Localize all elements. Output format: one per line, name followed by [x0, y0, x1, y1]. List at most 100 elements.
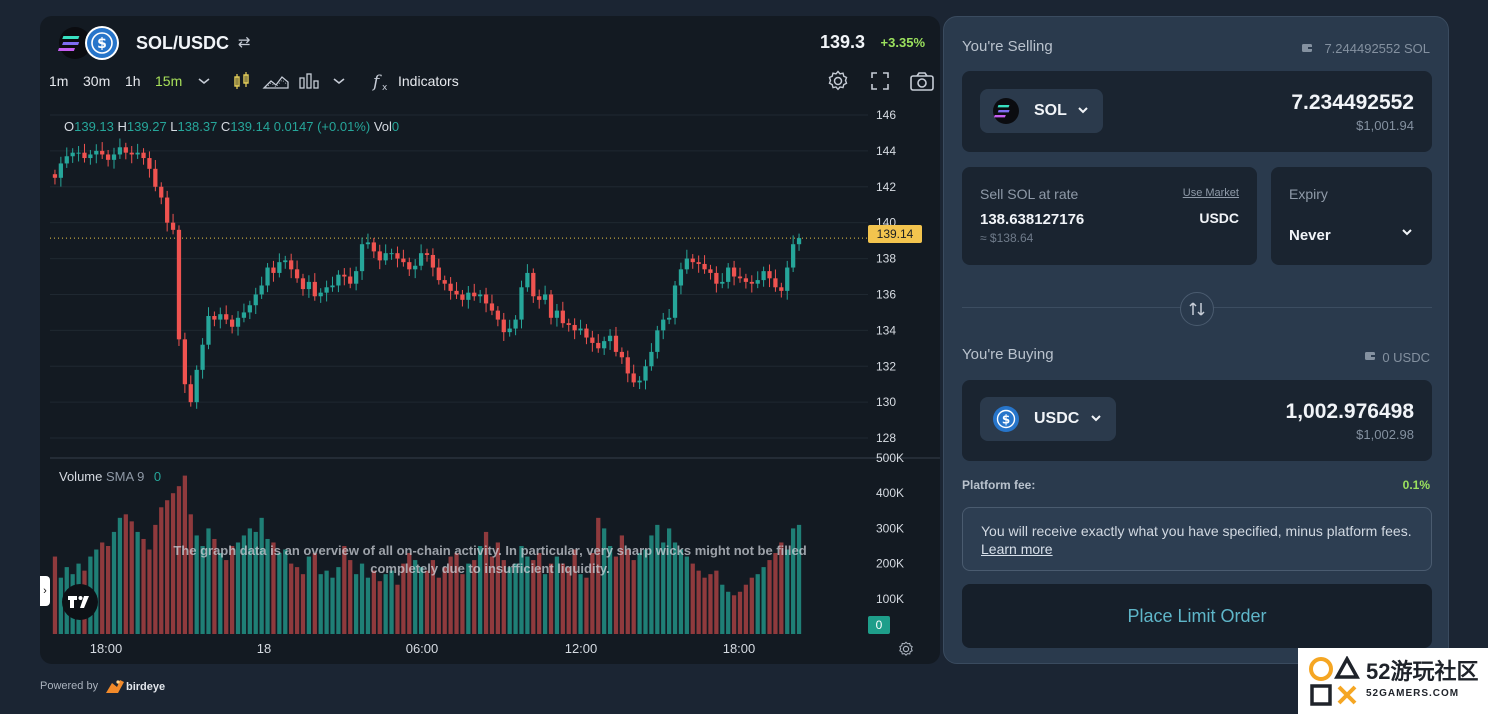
chart-grid [50, 114, 940, 459]
candle-body [696, 262, 701, 264]
bar-style-icon[interactable] [297, 69, 321, 93]
tradingview-logo-icon[interactable] [62, 584, 98, 620]
timeframe-15m[interactable]: 15m [155, 73, 182, 89]
candle-body [767, 271, 772, 279]
candle-body [495, 310, 500, 320]
candle-body [82, 152, 87, 159]
watermark-site: 52GAMERS.COM [1366, 688, 1460, 699]
chevron-down-icon [1402, 229, 1412, 236]
candle-style-icon[interactable] [230, 69, 254, 93]
sell-token-selector[interactable]: SOL [980, 89, 1103, 133]
use-market-link[interactable]: Use Market [1183, 187, 1239, 199]
candle-body [64, 156, 69, 164]
chevron-down-icon[interactable] [327, 69, 351, 93]
candle-body [383, 253, 388, 261]
volume-bar [708, 574, 713, 634]
wallet-icon [1365, 352, 1375, 360]
indicators-button[interactable]: Indicators [398, 73, 459, 89]
rate-approx: ≈ $138.64 [980, 231, 1034, 245]
candle-body [336, 274, 341, 286]
time-tick-label: 12:00 [565, 641, 598, 656]
candle-body [354, 271, 359, 284]
buy-token-selector[interactable]: $ USDC [980, 397, 1116, 441]
svg-text:f: f [371, 72, 382, 92]
candle-body [253, 294, 258, 306]
candle-body [667, 317, 672, 320]
time-tick-label: 18 [257, 641, 271, 656]
buy-amount-box[interactable]: $ USDC 1,002.976498 $1,002.98 [962, 380, 1432, 461]
sell-amount-box[interactable]: SOL 7.234492552 $1,001.94 [962, 71, 1432, 152]
chevron-down-icon[interactable] [192, 69, 216, 93]
timeframe-30m[interactable]: 30m [83, 73, 110, 89]
area-style-icon[interactable] [262, 69, 290, 93]
volume-bar [371, 570, 376, 634]
volume-axis: 500K 400K 300K 200K 100K [876, 451, 904, 606]
fee-info-text: You will receive exactly what you have s… [981, 523, 1412, 539]
volume-bar [578, 574, 583, 634]
ohlc-high: 139.27 [126, 119, 167, 134]
rate-box[interactable]: Sell SOL at rate Use Market 138.63812717… [962, 167, 1257, 265]
gear-icon[interactable] [897, 640, 915, 658]
buying-label: You're Buying [962, 346, 1054, 363]
place-limit-order-button[interactable]: Place Limit Order [962, 584, 1432, 648]
watermark-title: 52游玩社区 [1366, 659, 1479, 684]
candle-body [348, 276, 353, 284]
candle-body [672, 285, 678, 318]
buy-amount[interactable]: 1,002.976498 [1286, 400, 1414, 424]
ohlc-vol-label: Vol [373, 119, 392, 134]
candle-body [424, 253, 430, 255]
swap-direction-button[interactable] [1180, 292, 1214, 326]
svg-text:x: x [382, 83, 388, 93]
powered-by: Powered by [40, 680, 99, 692]
camera-icon[interactable] [908, 69, 936, 93]
candle-body [737, 276, 743, 279]
volume-bar [330, 577, 335, 634]
timeframe-1m[interactable]: 1m [49, 73, 68, 89]
expiry-selector[interactable]: Expiry Never [1271, 167, 1432, 265]
volume-bar [731, 595, 737, 634]
candle-body [661, 319, 666, 331]
fullscreen-icon[interactable] [868, 69, 892, 93]
liquidity-note-line1: The graph data is an overview of all on-… [173, 543, 807, 558]
watermark: 52游玩社区 52GAMERS.COM [1298, 648, 1488, 714]
pair-logo-icon: $ [58, 26, 119, 60]
candle-body [235, 317, 241, 327]
ohlc-h-label: H [117, 119, 127, 134]
learn-more-link[interactable]: Learn more [981, 541, 1053, 557]
ohlc-open: 139.13 [74, 119, 114, 134]
candle-body [371, 242, 376, 252]
candle-body [300, 278, 306, 290]
volume-bar [720, 584, 725, 634]
rate-value[interactable]: 138.638127176 [980, 211, 1084, 228]
volume-bar [52, 556, 58, 634]
selling-balance[interactable]: 7.244492552 SOL [1324, 41, 1430, 56]
price-tick-label: 138 [876, 252, 896, 266]
invert-pair-icon[interactable]: ⇄ [238, 33, 251, 51]
gear-icon[interactable] [826, 69, 850, 93]
candle-body [418, 253, 424, 266]
candle-body [70, 152, 75, 157]
volume-bar [755, 574, 760, 634]
timeframe-1h[interactable]: 1h [125, 73, 141, 89]
candle-body [182, 339, 187, 385]
volume-bar [147, 549, 152, 634]
volume-bar [117, 517, 123, 634]
candle-body [749, 281, 754, 284]
candle-body [731, 267, 737, 277]
platform-fee-value: 0.1% [1402, 478, 1430, 492]
candle-body [483, 294, 489, 304]
candle-body [218, 314, 223, 320]
candle-body [324, 287, 329, 293]
volume-bar [749, 577, 754, 634]
candle-body [655, 330, 660, 352]
price-tick-label: 136 [876, 287, 896, 301]
candle-body [720, 281, 725, 284]
ohlc-o-label: O [64, 119, 75, 134]
sell-amount[interactable]: 7.234492552 [1291, 91, 1414, 115]
indicators-icon[interactable]: fx [370, 69, 394, 93]
drawer-handle[interactable]: › [40, 576, 50, 606]
ohlc-close: 139.14 [230, 119, 271, 134]
svg-text:$: $ [97, 36, 107, 52]
usdc-token-icon: $ [993, 406, 1019, 432]
volume-bar [123, 514, 128, 634]
